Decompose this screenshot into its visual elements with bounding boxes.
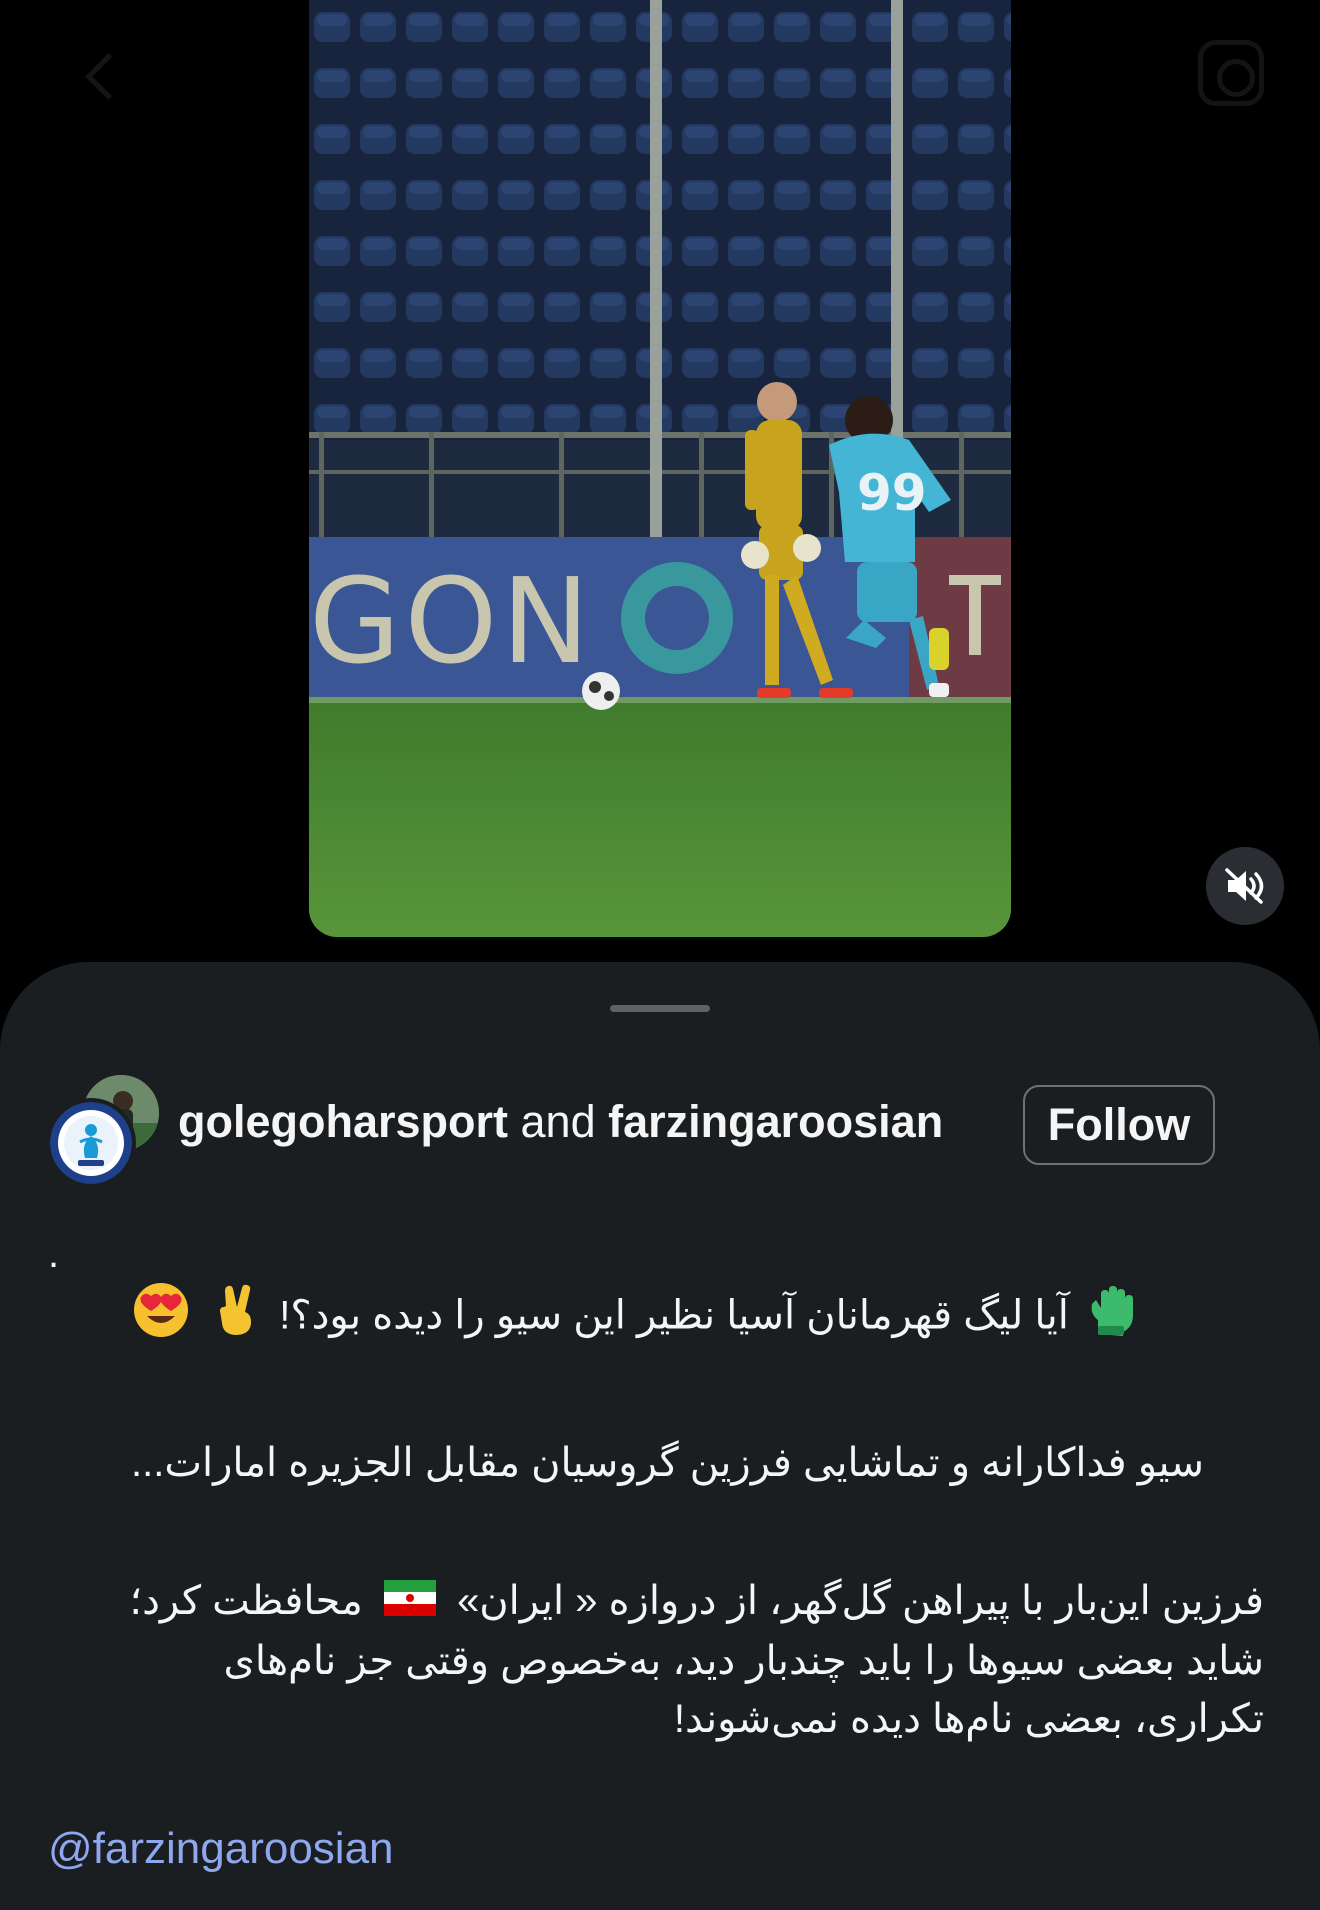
- victory-hand-icon: [216, 1284, 260, 1352]
- caption-paragraph-story: فرزین این‌بار با پیراهن گل‌گهر، از درواز…: [48, 1572, 1264, 1748]
- post-caption: . آیا لیگ قهرمانان آسیا نظیر این سیو را …: [48, 1226, 1264, 1878]
- caption-story-line-1: فرزین این‌بار با پیراهن گل‌گهر، از درواز…: [48, 1572, 1264, 1632]
- caption-sheet: golegoharsport and farzingaroosian Follo…: [0, 962, 1320, 1910]
- post-authors: golegoharsport and farzingaroosian: [178, 1092, 943, 1152]
- jersey-number: 99: [857, 464, 927, 522]
- author-avatar[interactable]: [46, 1098, 136, 1188]
- reel-video[interactable]: GON 99: [309, 0, 1011, 937]
- collaborator-username[interactable]: farzingaroosian: [608, 1096, 943, 1147]
- speaker-muted-icon: [1225, 868, 1264, 904]
- caption-line-description: سیو فداکارانه و تماشایی فرزین گروسیان مق…: [130, 1441, 1204, 1485]
- reel-viewer: GON 99 golegoharsport and farzingaroosia…: [0, 0, 1320, 1910]
- club-logo-icon: [50, 1102, 132, 1184]
- caption-story-line-2: شاید بعضی سیوها را باید چندبار دید، به‌خ…: [223, 1639, 1264, 1684]
- caption-story-after-flag: محافظت کرد؛: [129, 1579, 363, 1623]
- follow-button[interactable]: Follow: [1023, 1085, 1215, 1165]
- caption-question-text: آیا لیگ قهرمانان آسیا نظیر این سیو را دی…: [279, 1293, 1069, 1338]
- author-connector: and: [520, 1096, 596, 1147]
- heart-eyes-icon: [133, 1282, 189, 1354]
- caption-story-before-flag: فرزین این‌بار با پیراهن گل‌گهر، از درواز…: [457, 1579, 1264, 1623]
- glove-icon: [1088, 1284, 1136, 1352]
- mention-link[interactable]: @farzingaroosian: [48, 1820, 1264, 1878]
- author-username[interactable]: golegoharsport: [178, 1096, 508, 1147]
- back-icon[interactable]: [85, 53, 132, 100]
- iran-flag-icon: [383, 1574, 436, 1632]
- video-frame-illustration: GON 99: [309, 0, 1011, 937]
- ad-board-text: GON: [309, 552, 594, 690]
- caption-story-line-3: تکراری، بعضی نام‌ها دیده نمی‌شوند!: [673, 1697, 1264, 1742]
- camera-icon[interactable]: [1198, 40, 1264, 106]
- caption-dot: .: [48, 1232, 60, 1276]
- sheet-drag-handle[interactable]: [610, 1005, 710, 1012]
- caption-line-question: آیا لیگ قهرمانان آسیا نظیر این سیو را دی…: [48, 1282, 1144, 1354]
- mute-button[interactable]: [1206, 847, 1284, 925]
